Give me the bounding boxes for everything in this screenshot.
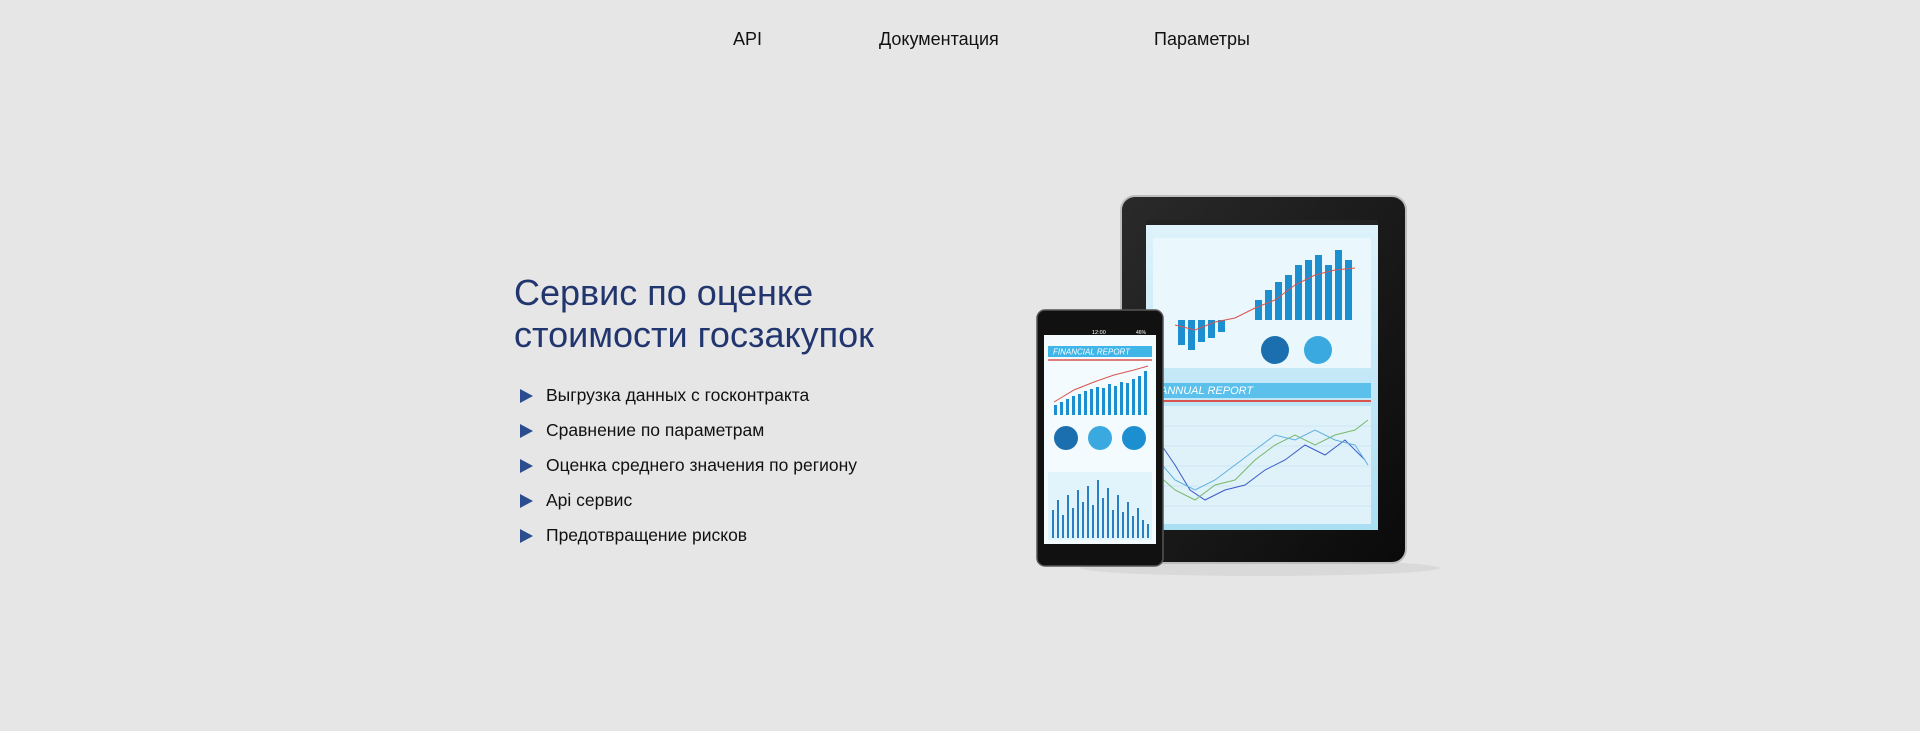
- page-title-line-1: Сервис по оценке: [514, 272, 814, 313]
- phone-clock: 12:00: [1092, 330, 1106, 336]
- feature-label: Предотвращение рисков: [546, 525, 748, 545]
- chart-bar: [1218, 320, 1225, 332]
- chart-bar: [1102, 498, 1104, 538]
- chart-bar: [1255, 300, 1262, 320]
- chart-bar: [1077, 490, 1079, 538]
- phone-battery-level: 46%: [1136, 330, 1147, 336]
- chart-bar: [1144, 371, 1147, 415]
- chart-bar: [1126, 383, 1129, 415]
- tablet-status-bar: [1146, 220, 1378, 225]
- chart-bar: [1108, 384, 1111, 415]
- chart-bar: [1188, 320, 1195, 350]
- chart-bar: [1178, 320, 1185, 345]
- play-arrow-icon: [520, 528, 533, 543]
- chart-bar: [1087, 486, 1089, 538]
- chart-bar: [1305, 260, 1312, 320]
- chart-bar: [1275, 282, 1282, 320]
- chart-bar: [1127, 502, 1129, 538]
- pie-chart: [1088, 426, 1112, 450]
- chart-bar: [1142, 520, 1144, 538]
- chart-bar: [1060, 402, 1063, 415]
- phone-device: 12:00 46% FINANCIAL REPORT: [1036, 309, 1164, 567]
- chart-bar: [1092, 505, 1094, 538]
- chart-bar: [1097, 480, 1099, 538]
- devices-image: ANNUAL REPORT 12:00 46% FINANCIAL REPORT: [1036, 195, 1440, 576]
- nav-documentation-link[interactable]: Документация: [879, 29, 999, 50]
- chart-bar: [1117, 495, 1119, 538]
- feature-label: Выгрузка данных с госконтракта: [546, 385, 810, 405]
- nav-parameters-link[interactable]: Параметры: [1154, 29, 1250, 50]
- chart-bar: [1265, 290, 1272, 320]
- chart-bar: [1198, 320, 1205, 342]
- chart-bar: [1132, 516, 1134, 538]
- chart-bar: [1112, 510, 1114, 538]
- chart-bar: [1285, 275, 1292, 320]
- chart-bar: [1147, 524, 1149, 538]
- chart-bar: [1066, 399, 1069, 415]
- pie-chart: [1261, 336, 1289, 364]
- financial-report-title: FINANCIAL REPORT: [1053, 348, 1131, 357]
- pie-chart: [1054, 426, 1078, 450]
- chart-bar: [1295, 265, 1302, 320]
- devices-illustration: ANNUAL REPORT 12:00 46% FINANCIAL REPORT: [1030, 190, 1450, 600]
- chart-bar: [1138, 376, 1141, 415]
- chart-bar: [1102, 388, 1105, 415]
- chart-bar: [1067, 495, 1069, 538]
- page-title: Сервис по оценке стоимости госзакупок: [514, 272, 874, 356]
- chart-bar: [1120, 382, 1123, 415]
- chart-bar: [1062, 515, 1064, 538]
- play-arrow-icon: [520, 388, 533, 403]
- chart-bar: [1325, 265, 1332, 320]
- chart-bar: [1315, 255, 1322, 320]
- nav-api-link[interactable]: API: [733, 29, 762, 50]
- feature-item: Выгрузка данных с госконтракта: [520, 378, 857, 413]
- page-title-line-2: стоимости госзакупок: [514, 314, 874, 355]
- pie-chart: [1304, 336, 1332, 364]
- feature-label: Оценка среднего значения по региону: [546, 455, 858, 475]
- chart-bar: [1082, 502, 1084, 538]
- chart-bar: [1132, 379, 1135, 415]
- play-arrow-icon: [520, 493, 533, 508]
- play-arrow-icon: [520, 423, 533, 438]
- chart-bar: [1072, 396, 1075, 415]
- chart-bar: [1335, 250, 1342, 320]
- feature-item: Api сервис: [520, 483, 857, 518]
- feature-label: Сравнение по параметрам: [546, 420, 765, 440]
- chart-bar: [1078, 394, 1081, 415]
- feature-item: Предотвращение рисков: [520, 518, 857, 553]
- play-arrow-icon: [520, 458, 533, 473]
- chart-bar: [1072, 508, 1074, 538]
- chart-bar: [1137, 508, 1139, 538]
- chart-bar: [1084, 391, 1087, 415]
- chart-bar: [1054, 405, 1057, 415]
- annual-report-title: ANNUAL REPORT: [1159, 385, 1254, 397]
- feature-label: Api сервис: [546, 490, 633, 510]
- feature-list: Выгрузка данных с госконтракта Сравнение…: [520, 378, 857, 553]
- chart-bar: [1114, 386, 1117, 415]
- feature-item: Оценка среднего значения по региону: [520, 448, 857, 483]
- chart-bar: [1052, 510, 1054, 538]
- chart-bar: [1090, 389, 1093, 415]
- pie-chart: [1122, 426, 1146, 450]
- feature-item: Сравнение по параметрам: [520, 413, 857, 448]
- chart-bar: [1107, 488, 1109, 538]
- chart-bar: [1096, 387, 1099, 415]
- chart-bar: [1122, 512, 1124, 538]
- chart-bar: [1057, 500, 1059, 538]
